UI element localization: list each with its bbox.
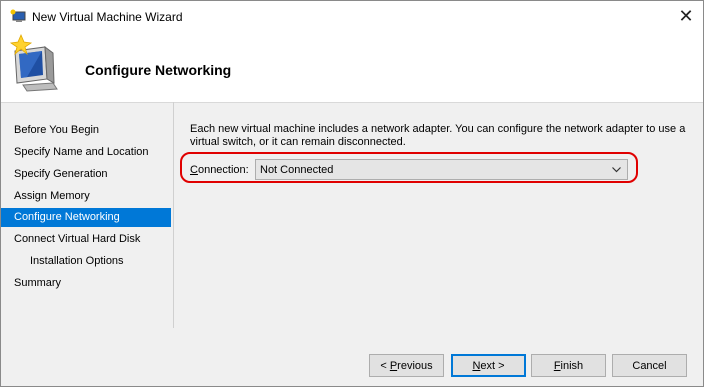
finish-button-label: inish bbox=[560, 359, 584, 372]
previous-button-accesskey: P bbox=[389, 359, 398, 372]
description-line-1: Each new virtual machine includes a netw… bbox=[190, 123, 686, 135]
finish-button-accesskey: F bbox=[553, 359, 561, 372]
connection-dropdown-value: Not Connected bbox=[260, 164, 334, 176]
window-title: New Virtual Machine Wizard bbox=[32, 10, 183, 24]
previous-button[interactable]: < Previous bbox=[369, 354, 444, 377]
computer-sparkle-icon bbox=[9, 33, 58, 92]
page-title: Configure Networking bbox=[85, 62, 232, 78]
connection-label-text: onnection: bbox=[197, 164, 249, 176]
connection-label-accesskey: C bbox=[190, 164, 198, 176]
previous-button-prefix: < bbox=[380, 359, 390, 372]
title-bar: New Virtual Machine Wizard ✕ bbox=[1, 1, 703, 31]
step-installation-options[interactable]: Installation Options bbox=[1, 252, 171, 270]
connection-label: Connection: bbox=[190, 164, 249, 176]
chevron-down-icon bbox=[612, 167, 621, 173]
description-line-2: virtual switch, or it can remain disconn… bbox=[190, 136, 406, 148]
step-summary[interactable]: Summary bbox=[1, 274, 171, 292]
finish-button[interactable]: Finish bbox=[531, 354, 606, 377]
step-specify-generation[interactable]: Specify Generation bbox=[1, 165, 171, 183]
next-button-label: ext > bbox=[480, 359, 505, 372]
step-specify-name-and-location[interactable]: Specify Name and Location bbox=[1, 143, 171, 161]
cancel-button[interactable]: Cancel bbox=[612, 354, 687, 377]
description-text: Each new virtual machine includes a netw… bbox=[190, 123, 695, 149]
step-connect-virtual-hard-disk[interactable]: Connect Virtual Hard Disk bbox=[1, 230, 171, 248]
cancel-button-label: Cancel bbox=[632, 359, 667, 372]
next-button[interactable]: Next > bbox=[451, 354, 526, 377]
virtual-machine-icon bbox=[10, 9, 26, 22]
next-button-accesskey: N bbox=[472, 359, 481, 372]
step-configure-networking[interactable]: Configure Networking bbox=[1, 208, 171, 227]
wizard-window: New Virtual Machine Wizard ✕ Configure N… bbox=[0, 0, 704, 387]
previous-button-label: revious bbox=[397, 359, 433, 372]
close-icon: ✕ bbox=[678, 5, 694, 26]
connection-dropdown[interactable]: Not Connected bbox=[255, 159, 628, 180]
step-before-you-begin[interactable]: Before You Begin bbox=[1, 121, 171, 139]
close-button[interactable]: ✕ bbox=[669, 1, 703, 31]
step-assign-memory[interactable]: Assign Memory bbox=[1, 187, 171, 205]
wizard-header: Configure Networking bbox=[1, 31, 703, 103]
wizard-step-list: Before You Begin Specify Name and Locati… bbox=[1, 102, 174, 328]
